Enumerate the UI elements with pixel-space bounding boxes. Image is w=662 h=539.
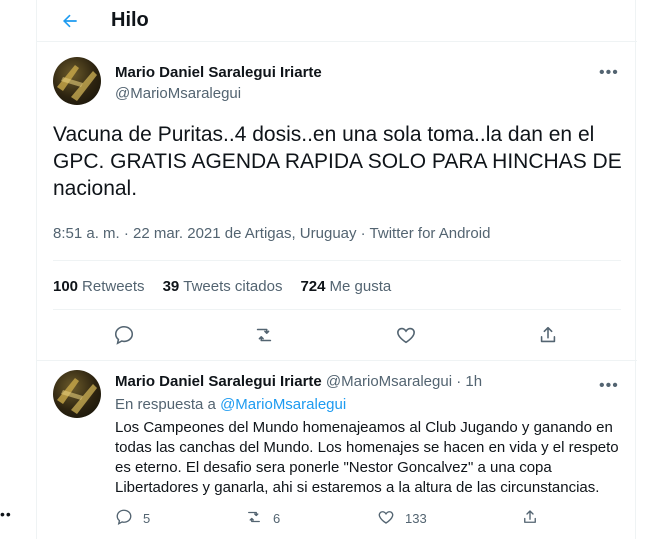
arrow-left-icon[interactable] [59,10,81,32]
avatar[interactable] [53,370,101,418]
thread-column: Hilo Mario Daniel Saralegui Iriarte @Mar… [36,0,637,539]
divider [53,260,621,261]
reply-action[interactable]: 5 [115,508,150,529]
quotes-label: Tweets citados [183,278,283,295]
quotes-stat[interactable]: 39 Tweets citados [163,278,283,295]
reply-header: Mario Daniel Saralegui Iriarte @MarioMsa… [115,373,482,390]
share-icon[interactable] [537,324,559,346]
reply-count: 5 [143,511,151,526]
likes-label: Me gusta [329,278,392,295]
tweet-stats: 100 Retweets 39 Tweets citados 724 Me gusta [53,278,391,295]
heart-icon[interactable] [395,324,417,346]
divider [37,360,637,361]
divider [53,309,621,310]
tweet-actions [37,320,637,352]
comment-icon[interactable] [113,324,135,346]
tweet-meta[interactable]: 8:51 a. m. · 22 mar. 2021 de Artigas, Ur… [53,225,490,242]
retweets-count: 100 [53,278,79,295]
reply-prefix: En respuesta a [115,396,216,413]
author-handle[interactable]: @MarioMsaralegui [115,85,241,102]
reply-context: En respuesta a @MarioMsaralegui [115,396,346,413]
likes-count: 724 [300,278,326,295]
thread-header: Hilo [37,0,637,42]
tweet-text: Vacuna de Puritas..4 dosis..en una sola … [53,123,622,200]
avatar[interactable] [53,57,101,105]
retweet-action[interactable]: 6 [245,508,280,529]
side-more-icon[interactable]: •• [0,506,12,522]
page-title: Hilo [111,9,149,31]
author-name[interactable]: Mario Daniel Saralegui Iriarte [115,64,322,81]
tweet-time[interactable]: · 1h [456,373,482,390]
share-icon[interactable] [521,508,539,526]
retweets-stat[interactable]: 100 Retweets [53,278,145,295]
like-action[interactable]: 133 [377,508,427,529]
tweet-actions: 5 6 133 [37,508,637,530]
retweets-label: Retweets [82,278,145,295]
retweet-icon[interactable] [253,324,275,346]
author-name[interactable]: Mario Daniel Saralegui Iriarte [115,373,322,390]
more-horizontal-icon[interactable]: ••• [599,64,619,82]
more-horizontal-icon[interactable]: ••• [599,377,619,395]
like-count: 133 [405,511,427,526]
author-handle[interactable]: @MarioMsaralegui [326,373,452,390]
comment-icon [115,508,133,529]
quotes-count: 39 [162,278,180,295]
retweet-count: 6 [273,511,281,526]
heart-icon [377,508,395,529]
tweet-text: Los Campeones del Mundo homenajeamos al … [115,419,619,496]
retweet-icon [245,508,263,529]
likes-stat[interactable]: 724 Me gusta [300,278,391,295]
reply-handle-link[interactable]: @MarioMsaralegui [220,396,346,413]
